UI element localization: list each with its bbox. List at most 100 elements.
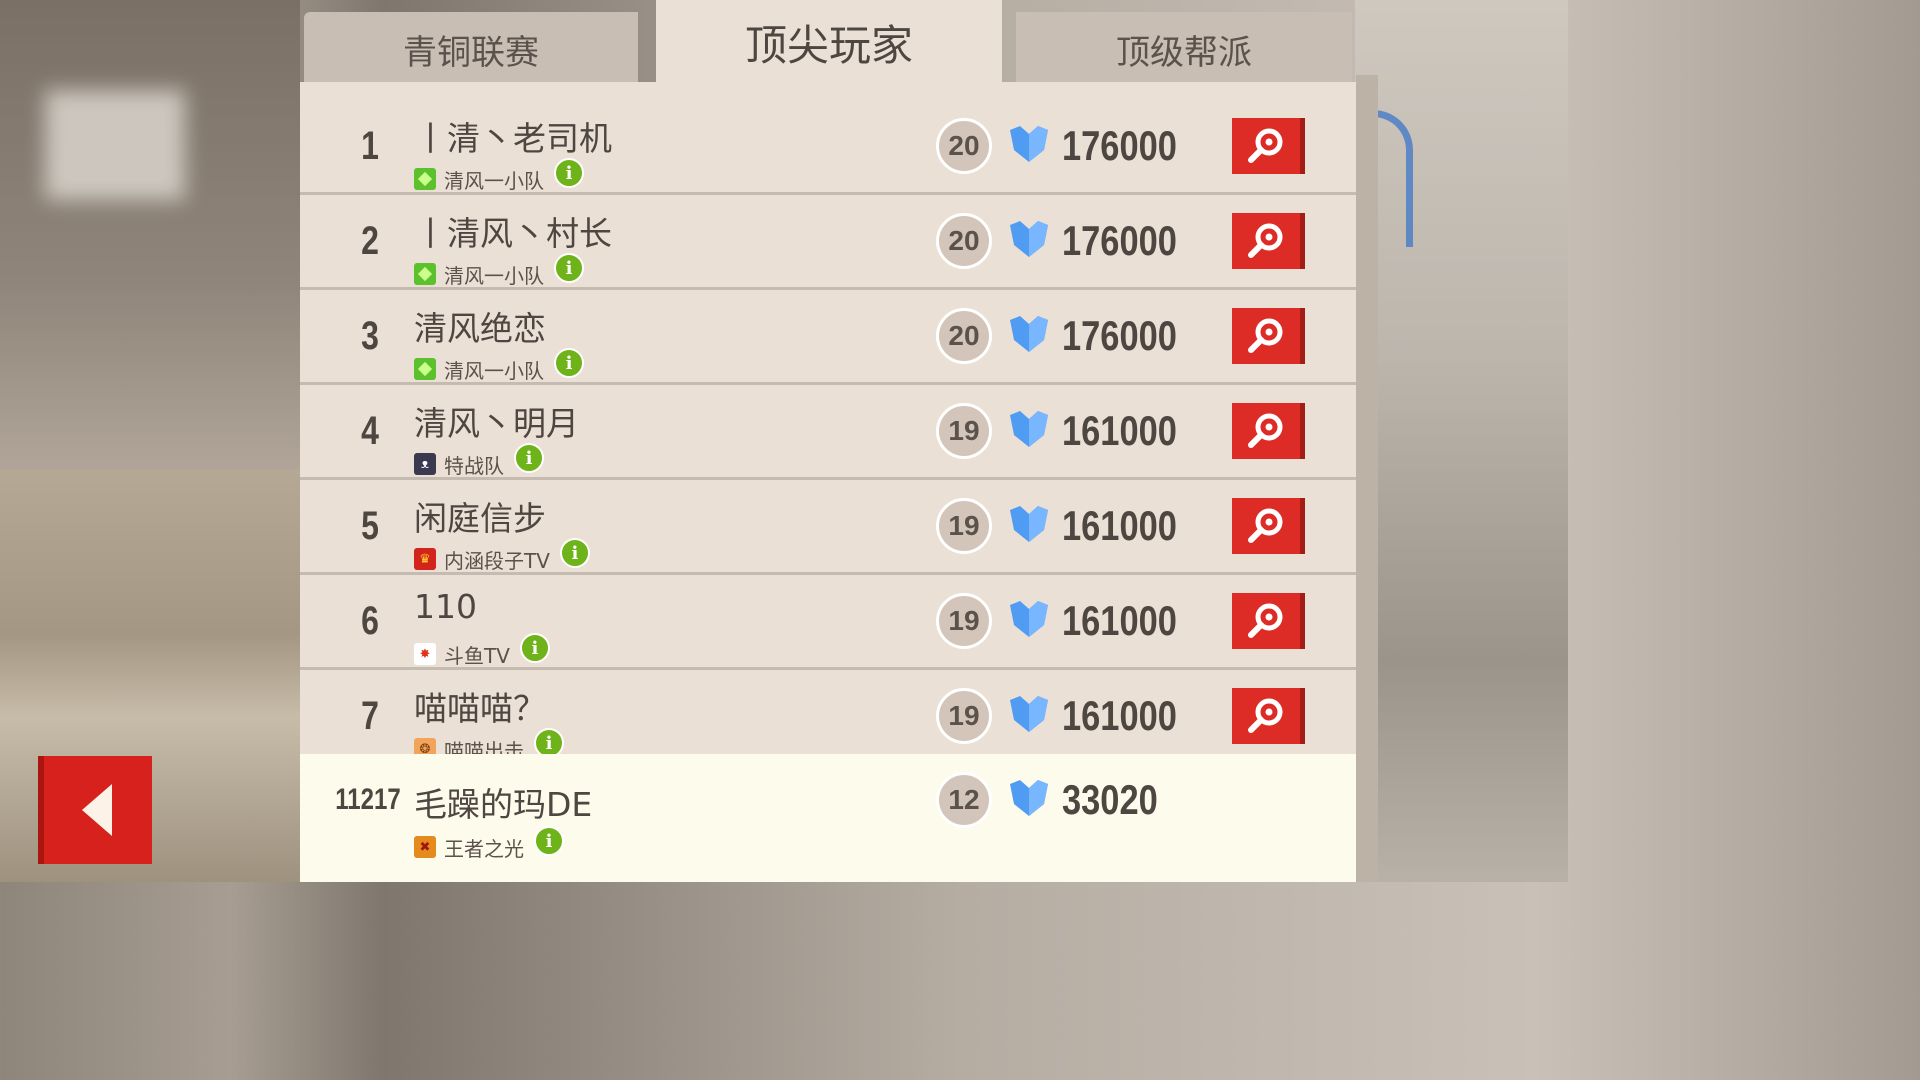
info-icon[interactable]: i (554, 158, 584, 188)
trophy-icon (1010, 601, 1048, 637)
level-badge: 19 (936, 593, 992, 649)
player-guild: ♛ 内涵段子TV i (414, 538, 590, 574)
star-burst-icon: ✸ (414, 643, 436, 665)
magnifier-icon (1248, 128, 1283, 163)
info-icon[interactable]: i (554, 348, 584, 378)
magnifier-icon (1248, 603, 1283, 638)
cross-swords-icon: ✖ (414, 836, 436, 858)
level-badge: 19 (936, 403, 992, 459)
view-player-button[interactable] (1232, 688, 1305, 744)
player-name: 清风绝恋 (414, 309, 546, 348)
player-rank: 3 (361, 313, 379, 358)
background-wall (0, 0, 300, 470)
player-name: 毛躁的玛DE (414, 785, 593, 824)
tab-top-players[interactable]: 顶尖玩家 (656, 0, 1002, 84)
trophy-score: 176000 (1062, 122, 1177, 169)
guild-name: 清风一小队 (444, 263, 544, 288)
guild-name: 清风一小队 (444, 358, 544, 383)
trophy-score: 161000 (1062, 502, 1177, 549)
guild-name: 喵喵出击 (444, 738, 524, 755)
player-name: 清风丶明月 (414, 404, 579, 443)
trophy-score: 161000 (1062, 692, 1177, 739)
player-guild: 清风一小队 i (414, 158, 584, 194)
monster-face-icon: ᴥ (414, 453, 436, 475)
trophy-icon (1010, 316, 1048, 352)
trophy-icon (1010, 221, 1048, 257)
current-player-row: 11217 毛躁的玛DE ✖ 王者之光 i 12 33020 (300, 754, 1356, 882)
player-rank: 5 (361, 503, 379, 548)
player-guild: 清风一小队 i (414, 253, 584, 289)
leaderboard-row: 6 110 ✸ 斗鱼TV i 19 161000 (300, 575, 1356, 672)
player-rank: 2 (361, 218, 379, 263)
guild-name: 斗鱼TV (444, 643, 510, 668)
tab-top-gangs[interactable]: 顶级帮派 (1016, 12, 1352, 82)
trophy-icon (1010, 696, 1048, 732)
view-player-button[interactable] (1232, 308, 1305, 364)
guild-name: 清风一小队 (444, 168, 544, 193)
trophy-icon (1010, 126, 1048, 162)
info-icon[interactable]: i (534, 728, 564, 754)
green-gem-icon (414, 168, 436, 190)
leaderboard-row-clip: 7 喵喵喵？ ❂ 喵喵出击 i 19 161000 (300, 670, 1356, 754)
level-badge: 20 (936, 213, 992, 269)
leaderboard-row: 4 清风丶明月 ᴥ 特战队 i 19 161000 (300, 385, 1356, 482)
tab-bronze-league[interactable]: 青铜联赛 (304, 12, 638, 82)
green-gem-icon (414, 263, 436, 285)
info-icon[interactable]: i (534, 826, 564, 856)
player-guild: ᴥ 特战队 i (414, 443, 544, 479)
player-name: 丨清丶老司机 (414, 119, 612, 158)
magnifier-icon (1248, 223, 1283, 258)
player-rank: 11217 (335, 783, 401, 816)
player-guild: 清风一小队 i (414, 348, 584, 384)
player-name: 丨清风丶村长 (414, 214, 612, 253)
view-player-button[interactable] (1232, 213, 1305, 269)
level-badge: 19 (936, 498, 992, 554)
player-guild: ❂ 喵喵出击 i (414, 728, 564, 755)
trophy-score: 176000 (1062, 217, 1177, 264)
trophy-icon (1010, 506, 1048, 542)
magnifier-icon (1248, 318, 1283, 353)
player-rank: 1 (361, 123, 379, 168)
green-gem-icon (414, 358, 436, 380)
trophy-score: 33020 (1062, 776, 1158, 823)
magnifier-icon (1248, 413, 1283, 448)
trophy-score: 161000 (1062, 597, 1177, 644)
guild-name: 特战队 (444, 453, 504, 478)
player-name: 闲庭信步 (414, 499, 546, 538)
leaderboard-row: 2 丨清风丶村长 清风一小队 i 20 176000 (300, 195, 1356, 292)
level-badge: 19 (936, 688, 992, 744)
leaderboard-row: 5 闲庭信步 ♛ 内涵段子TV i 19 161000 (300, 480, 1356, 577)
crown-icon: ♛ (414, 548, 436, 570)
info-icon[interactable]: i (554, 253, 584, 283)
info-icon[interactable]: i (559, 538, 590, 568)
back-arrow-icon (82, 784, 112, 836)
trophy-score: 161000 (1062, 407, 1177, 454)
background-window (45, 90, 185, 200)
level-badge: 20 (936, 118, 992, 174)
magnifier-icon (1248, 508, 1283, 543)
back-button[interactable] (38, 756, 152, 864)
panel-edge (1356, 75, 1378, 882)
level-badge: 12 (936, 772, 992, 828)
leaderboard-row: 3 清风绝恋 清风一小队 i 20 176000 (300, 290, 1356, 387)
player-guild: ✸ 斗鱼TV i (414, 633, 550, 669)
info-icon[interactable]: i (514, 443, 544, 473)
view-player-button[interactable] (1232, 403, 1305, 459)
player-rank: 6 (361, 598, 379, 643)
trophy-icon (1010, 780, 1048, 816)
paw-icon: ❂ (414, 738, 436, 754)
view-player-button[interactable] (1232, 118, 1305, 174)
player-name: 喵喵喵？ (414, 689, 546, 728)
leaderboard-row: 1 丨清丶老司机 清风一小队 i 20 176000 (300, 100, 1356, 197)
trophy-icon (1010, 411, 1048, 447)
player-name: 110 (414, 587, 477, 626)
view-player-button[interactable] (1232, 498, 1305, 554)
guild-name: 内涵段子TV (444, 548, 550, 573)
player-rank: 4 (361, 408, 379, 453)
player-rank: 7 (361, 693, 379, 738)
leaderboard-row: 7 喵喵喵？ ❂ 喵喵出击 i 19 161000 (300, 670, 1356, 754)
magnifier-icon (1248, 698, 1283, 733)
player-guild: ✖ 王者之光 i (414, 826, 564, 862)
info-icon[interactable]: i (519, 633, 550, 663)
view-player-button[interactable] (1232, 593, 1305, 649)
